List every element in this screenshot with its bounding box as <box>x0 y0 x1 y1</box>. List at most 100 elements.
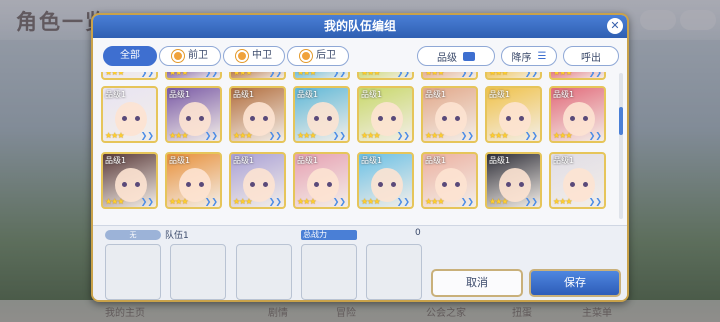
character-card[interactable]: 品级1 ★★★ ❯❯ <box>485 86 542 143</box>
character-card[interactable]: 品级1 ★★★ ❯❯ <box>229 152 286 209</box>
total-power-label: 总战力 <box>301 230 357 240</box>
character-card[interactable]: 品级1 ★★★ ❯❯ <box>357 152 414 209</box>
role-filter-tabs: 全部 前卫 中卫 后卫 <box>103 46 349 66</box>
character-card[interactable]: 品级1 ★★★ ❯❯ <box>165 152 222 209</box>
portrait-eyes <box>122 116 140 121</box>
grid-scrollbar[interactable] <box>619 73 623 219</box>
card-level: 品级1 <box>233 156 255 165</box>
character-card[interactable]: ★★★ ❯❯ <box>485 72 542 80</box>
star-rating-icon: ★★★ <box>105 197 124 206</box>
scroll-thumb[interactable] <box>619 107 623 135</box>
character-card[interactable]: 品级1 ★★★ ❯❯ <box>549 86 606 143</box>
rank-arrows-icon: ❯❯ <box>140 197 154 206</box>
rank-arrows-icon: ❯❯ <box>524 72 538 77</box>
character-card[interactable]: 品级1 ★★★ ❯❯ <box>549 152 606 209</box>
character-card[interactable]: 品级1 ★★★ ❯❯ <box>421 152 478 209</box>
team-slot-4[interactable] <box>301 244 357 300</box>
star-rating-icon: ★★★ <box>489 197 508 206</box>
team-badge: 无 <box>105 230 161 240</box>
character-card[interactable]: 品级1 ★★★ ❯❯ <box>485 152 542 209</box>
character-card[interactable]: 品级1 ★★★ ❯❯ <box>165 86 222 143</box>
rank-arrows-icon: ❯❯ <box>204 72 218 77</box>
rank-arrows-icon: ❯❯ <box>396 197 410 206</box>
rank-arrows-icon: ❯❯ <box>140 131 154 140</box>
star-rating-icon: ★★★ <box>425 197 444 206</box>
portrait-eyes <box>250 182 268 187</box>
character-card[interactable]: 品级1 ★★★ ❯❯ <box>293 86 350 143</box>
tab-back[interactable]: 后卫 <box>287 46 349 66</box>
character-card[interactable]: 品级1 ★★★ ❯❯ <box>357 86 414 143</box>
star-rating-icon: ★★★ <box>361 197 380 206</box>
star-rating-icon: ★★★ <box>105 131 124 140</box>
sort-order-icon: ☰ <box>537 50 547 62</box>
portrait-eyes <box>186 116 204 121</box>
character-card[interactable]: ★★★ ❯❯ <box>421 72 478 80</box>
card-level: 品级1 <box>425 156 447 165</box>
character-card[interactable]: ★★★ ❯❯ <box>293 72 350 80</box>
character-card[interactable]: 品级1 ★★★ ❯❯ <box>101 152 158 209</box>
portrait-eyes <box>378 182 396 187</box>
rank-arrows-icon: ❯❯ <box>524 197 538 206</box>
portrait-eyes <box>506 116 524 121</box>
star-rating-icon: ★★★ <box>169 197 188 206</box>
team-slot-2[interactable] <box>170 244 226 300</box>
rank-arrows-icon: ❯❯ <box>204 131 218 140</box>
back-role-icon <box>300 50 312 62</box>
team-slot-5[interactable] <box>366 244 422 300</box>
rank-arrows-icon: ❯❯ <box>460 131 474 140</box>
character-card[interactable]: ★★★ ❯❯ <box>357 72 414 80</box>
tab-middle[interactable]: 中卫 <box>223 46 285 66</box>
team-name: 队伍1 <box>165 231 189 241</box>
call-out-button[interactable]: 呼出 <box>563 46 619 66</box>
front-role-icon <box>172 50 184 62</box>
star-rating-icon: ★★★ <box>105 72 124 77</box>
cancel-button[interactable]: 取消 <box>431 269 523 297</box>
sort-order-button[interactable]: 降序 ☰ <box>501 46 557 66</box>
tab-front[interactable]: 前卫 <box>159 46 221 66</box>
star-rating-icon: ★★★ <box>233 197 252 206</box>
card-level: 品级1 <box>361 90 383 99</box>
save-button[interactable]: 保存 <box>529 269 621 297</box>
character-grid: ★★★ ❯❯ ★★★ ❯❯ ★★★ ❯❯ ★★★ ❯❯ ★★★ ❯❯ ★★★ ❯❯ ★★★ ❯❯ ★★★ ❯❯… <box>101 72 613 222</box>
team-slot-1[interactable] <box>105 244 161 300</box>
card-level: 品级1 <box>553 90 575 99</box>
rank-arrows-icon: ❯❯ <box>332 72 346 77</box>
character-card[interactable]: 品级1 ★★★ ❯❯ <box>101 86 158 143</box>
card-level: 品级1 <box>297 90 319 99</box>
star-rating-icon: ★★★ <box>297 72 316 77</box>
portrait-eyes <box>442 182 460 187</box>
star-rating-icon: ★★★ <box>425 72 444 77</box>
card-level: 品级1 <box>105 90 127 99</box>
rank-arrows-icon: ❯❯ <box>332 197 346 206</box>
rank-arrows-icon: ❯❯ <box>140 72 154 77</box>
star-rating-icon: ★★★ <box>297 197 316 206</box>
portrait-eyes <box>314 116 332 121</box>
character-row: 品级1 ★★★ ❯❯ 品级1 ★★★ ❯❯ 品级1 ★★★ ❯❯ 品级1 ★★★ ❯❯ 品级1 ★★★ ❯❯… <box>101 86 606 143</box>
rank-arrows-icon: ❯❯ <box>460 72 474 77</box>
portrait-eyes <box>122 182 140 187</box>
team-slot-3[interactable] <box>236 244 292 300</box>
card-level: 品级1 <box>169 90 191 99</box>
character-card[interactable]: ★★★ ❯❯ <box>165 72 222 80</box>
star-rating-icon: ★★★ <box>169 131 188 140</box>
character-card[interactable]: ★★★ ❯❯ <box>549 72 606 80</box>
portrait-eyes <box>186 182 204 187</box>
character-card[interactable]: 品级1 ★★★ ❯❯ <box>421 86 478 143</box>
star-rating-icon: ★★★ <box>169 72 188 77</box>
rank-arrows-icon: ❯❯ <box>396 131 410 140</box>
character-card[interactable]: 品级1 ★★★ ❯❯ <box>229 86 286 143</box>
star-rating-icon: ★★★ <box>361 72 380 77</box>
dialog-title: 我的队伍编组 <box>93 15 627 38</box>
character-card[interactable]: ★★★ ❯❯ <box>229 72 286 80</box>
rank-arrows-icon: ❯❯ <box>396 72 410 77</box>
rank-arrows-icon: ❯❯ <box>268 131 282 140</box>
character-card[interactable]: ★★★ ❯❯ <box>101 72 158 80</box>
character-row: 品级1 ★★★ ❯❯ 品级1 ★★★ ❯❯ 品级1 ★★★ ❯❯ 品级1 ★★★ ❯❯ 品级1 ★★★ ❯❯… <box>101 152 606 209</box>
rank-arrows-icon: ❯❯ <box>460 197 474 206</box>
star-rating-icon: ★★★ <box>489 72 508 77</box>
close-icon[interactable]: ✕ <box>607 18 623 34</box>
tab-all[interactable]: 全部 <box>103 46 157 66</box>
portrait-eyes <box>378 116 396 121</box>
character-card[interactable]: 品级1 ★★★ ❯❯ <box>293 152 350 209</box>
sort-key-button[interactable]: 品级 <box>417 46 495 66</box>
